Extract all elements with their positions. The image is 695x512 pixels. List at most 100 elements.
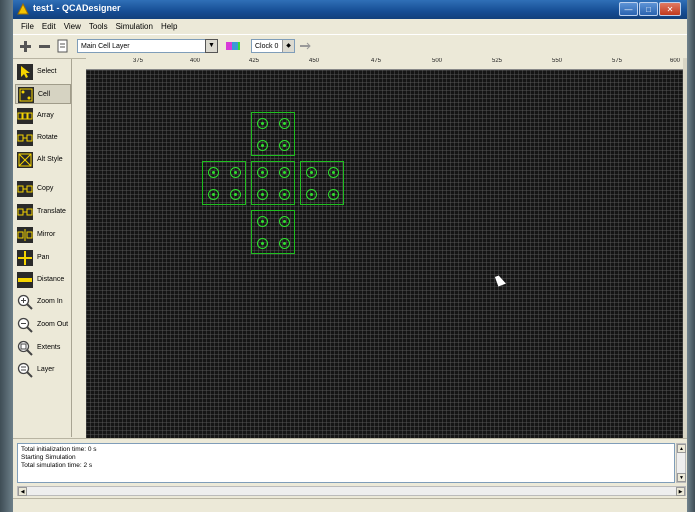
- status-bar: [13, 498, 687, 512]
- tool-rotate[interactable]: Rotate: [15, 128, 71, 148]
- quantum-dot: [208, 167, 219, 178]
- maximize-button[interactable]: □: [639, 2, 658, 16]
- qca-cell[interactable]: [202, 161, 246, 205]
- menu-simulation[interactable]: Simulation: [116, 22, 153, 31]
- layer-select-value: Main Cell Layer: [81, 43, 130, 50]
- tool-label: Cell: [38, 91, 51, 98]
- clock-spinner[interactable]: ◆: [282, 40, 294, 52]
- cell-icon: [18, 87, 34, 103]
- quantum-dot: [306, 167, 317, 178]
- qcadesigner-window: test1 - QCADesigner — □ ✕ File Edit View…: [13, 0, 687, 512]
- tool-label: Pan: [37, 254, 50, 261]
- tool-translate[interactable]: Translate: [15, 202, 71, 222]
- qca-cell[interactable]: [251, 112, 295, 156]
- log-vertical-scrollbar[interactable]: ▲ ▼: [676, 443, 686, 483]
- minimize-button[interactable]: —: [619, 2, 638, 16]
- menu-edit[interactable]: Edit: [42, 22, 56, 31]
- tool-distance[interactable]: Distance: [15, 270, 71, 290]
- tool-palette: Select Cell Array Rotate Alt Style Copy …: [13, 59, 72, 437]
- quantum-dot: [230, 167, 241, 178]
- qca-cell[interactable]: [251, 161, 295, 205]
- layer-select[interactable]: Main Cell Layer: [77, 39, 218, 53]
- design-canvas[interactable]: [86, 70, 683, 438]
- menu-help[interactable]: Help: [161, 22, 177, 31]
- ruler-tick-label: 375: [133, 58, 144, 64]
- menu-view[interactable]: View: [64, 22, 81, 31]
- tool-select[interactable]: Select: [15, 62, 71, 82]
- tool-label: Array: [37, 112, 54, 119]
- remove-layer-icon[interactable]: [38, 40, 51, 53]
- scroll-right-icon[interactable]: ▶: [676, 487, 685, 496]
- tool-alt-style[interactable]: Alt Style: [15, 150, 71, 170]
- quantum-dot: [208, 189, 219, 200]
- tool-label: Extents: [37, 344, 61, 351]
- layer-icon: [17, 362, 33, 378]
- tool-label: Alt Style: [37, 156, 63, 163]
- menu-file[interactable]: File: [21, 22, 34, 31]
- main-toolbar: Main Cell Layer ▼ Clock 0 ◆: [13, 34, 687, 59]
- scroll-left-icon[interactable]: ◀: [18, 487, 27, 496]
- tool-label: Distance: [37, 276, 65, 283]
- add-layer-icon[interactable]: [19, 40, 32, 53]
- qca-cell[interactable]: [300, 161, 344, 205]
- mirror-icon: [17, 227, 33, 243]
- quantum-dot: [328, 189, 339, 200]
- select-arrow-icon: [17, 64, 33, 80]
- canvas-vertical-scrollbar[interactable]: [683, 58, 687, 438]
- tool-label: Layer: [37, 366, 55, 373]
- qca-cell[interactable]: [251, 210, 295, 254]
- tool-zoom-out[interactable]: Zoom Out: [15, 315, 71, 335]
- tool-label: Copy: [37, 185, 54, 192]
- ruler-tick-label: 500: [432, 58, 443, 64]
- desktop-frame-right: [687, 0, 695, 512]
- tool-label: Zoom Out: [37, 321, 69, 328]
- copy-icon: [17, 181, 33, 197]
- tool-copy[interactable]: Copy: [15, 179, 71, 199]
- tool-label: Rotate: [37, 134, 58, 141]
- ruler-tick-label: 400: [190, 58, 201, 64]
- clock-select-value: Clock 0: [255, 43, 279, 50]
- quantum-dot: [257, 140, 268, 151]
- clock-select[interactable]: Clock 0 ◆: [251, 39, 295, 53]
- close-button[interactable]: ✕: [659, 2, 681, 16]
- tool-label: Translate: [37, 208, 66, 215]
- scroll-up-icon[interactable]: ▲: [677, 444, 686, 453]
- ruler-tick-label: 600: [670, 58, 681, 64]
- log-line: Total initialization time: 0 s: [21, 446, 97, 453]
- zoom-in-icon: [17, 294, 33, 310]
- log-line: Starting Simulation: [21, 454, 76, 461]
- tool-zoom-in[interactable]: Zoom In: [15, 292, 71, 312]
- array-icon: [17, 108, 33, 124]
- tool-layer[interactable]: Layer: [15, 360, 71, 380]
- log-horizontal-scrollbar[interactable]: ◀ ▶: [17, 486, 686, 496]
- layer-properties-icon[interactable]: [56, 39, 69, 53]
- quantum-dot: [257, 238, 268, 249]
- io-icon[interactable]: [299, 42, 311, 50]
- ruler-tick-label: 550: [552, 58, 563, 64]
- scroll-down-icon[interactable]: ▼: [677, 473, 686, 482]
- quantum-dot: [257, 167, 268, 178]
- quantum-dot: [230, 189, 241, 200]
- layer-dropdown-button[interactable]: ▼: [205, 39, 218, 53]
- tool-cell[interactable]: Cell: [15, 84, 71, 104]
- menu-bar: File Edit View Tools Simulation Help: [13, 19, 687, 34]
- desktop-frame-left: [0, 0, 13, 512]
- menu-tools[interactable]: Tools: [89, 22, 108, 31]
- simulation-log: Total initialization time: 0 s Starting …: [17, 443, 675, 483]
- ruler-tick-label: 475: [371, 58, 382, 64]
- tool-pan[interactable]: Pan: [15, 248, 71, 268]
- distance-icon: [17, 272, 33, 288]
- tool-mirror[interactable]: Mirror: [15, 225, 71, 245]
- alt-style-icon: [17, 152, 33, 168]
- extents-icon: [17, 340, 33, 356]
- ruler-tick-label: 450: [309, 58, 320, 64]
- clock-color-icon[interactable]: [225, 39, 241, 53]
- quantum-dot: [257, 118, 268, 129]
- tool-extents[interactable]: Extents: [15, 338, 71, 358]
- tool-array[interactable]: Array: [15, 106, 71, 126]
- quantum-dot: [279, 167, 290, 178]
- tool-label: Zoom In: [37, 298, 63, 305]
- quantum-dot: [306, 189, 317, 200]
- horizontal-ruler: 375 400 425 450 475 500 525 550 575 600: [86, 58, 683, 70]
- quantum-dot: [279, 140, 290, 151]
